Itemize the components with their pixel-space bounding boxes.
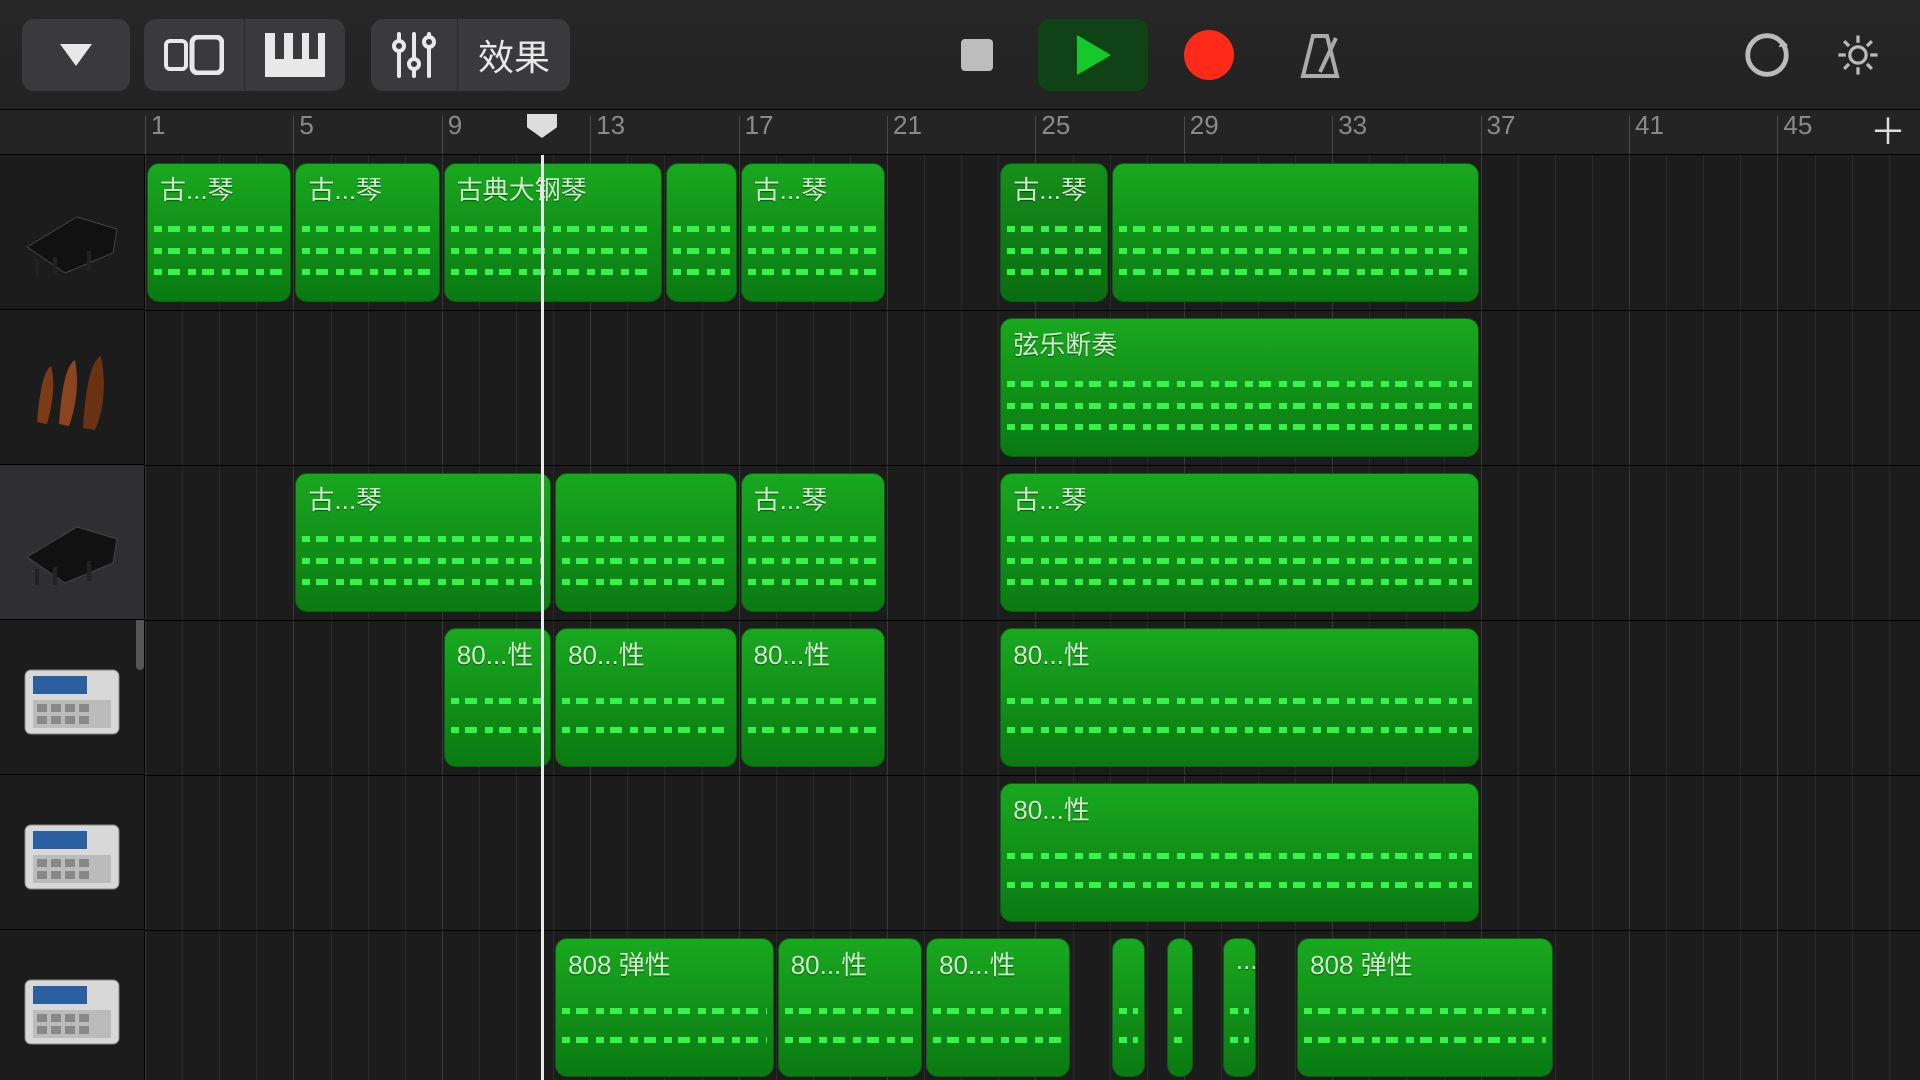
region-label: ... <box>1224 939 1255 976</box>
drum-machine-icon <box>17 807 127 897</box>
region-label: 80...性 <box>1001 629 1477 672</box>
region-label: 古典大钢琴 <box>445 164 662 207</box>
bar-marker: 21 <box>887 110 922 154</box>
region-label: 古...琴 <box>296 474 550 517</box>
bar-marker: 37 <box>1481 110 1516 154</box>
bar-marker: 5 <box>293 110 313 154</box>
track-headers <box>0 155 145 1080</box>
region-label: 80...性 <box>742 629 884 672</box>
region[interactable]: 80...性 <box>926 938 1070 1077</box>
region[interactable] <box>555 473 737 612</box>
region[interactable]: 80...性 <box>555 628 737 767</box>
region-label: 古...琴 <box>742 164 884 207</box>
region[interactable]: 弦乐断奏 <box>1000 318 1478 457</box>
region-label <box>556 474 736 480</box>
drum-machine-icon <box>17 962 127 1052</box>
region-label <box>1168 939 1192 945</box>
region[interactable]: 80...性 <box>1000 783 1478 922</box>
region[interactable]: 808 弹性 <box>555 938 774 1077</box>
bar-marker: 33 <box>1332 110 1367 154</box>
play-button[interactable] <box>1038 19 1148 91</box>
region[interactable]: 808 弹性 <box>1297 938 1553 1077</box>
region[interactable] <box>1112 163 1479 302</box>
region-label: 80...性 <box>556 629 736 672</box>
track-header-piano2[interactable] <box>0 465 144 620</box>
region-label: 808 弹性 <box>556 939 773 982</box>
metronome-button[interactable] <box>1270 19 1370 91</box>
region-label: 古...琴 <box>1001 474 1477 517</box>
region[interactable] <box>1112 938 1145 1077</box>
region[interactable]: 古...琴 <box>741 473 885 612</box>
region-label <box>667 164 735 170</box>
bar-marker: 25 <box>1035 110 1070 154</box>
region-label: 80...性 <box>445 629 550 672</box>
region-label <box>1113 164 1478 170</box>
bar-marker: 17 <box>739 110 774 154</box>
region-label: 弦乐断奏 <box>1001 319 1477 362</box>
tracks-view-button[interactable] <box>144 19 244 91</box>
bar-marker: 29 <box>1184 110 1219 154</box>
region-label: 808 弹性 <box>1298 939 1552 982</box>
region[interactable] <box>666 163 736 302</box>
region[interactable]: 古...琴 <box>147 163 291 302</box>
controls-group: 效果 <box>371 19 570 91</box>
strings-icon <box>17 342 127 432</box>
region[interactable]: 古...琴 <box>1000 473 1478 612</box>
toolbar: 效果 <box>0 0 1920 110</box>
region[interactable]: 80...性 <box>1000 628 1478 767</box>
record-button[interactable] <box>1154 19 1264 91</box>
bar-marker: 41 <box>1629 110 1664 154</box>
region-label: 80...性 <box>927 939 1069 982</box>
track-header-strings[interactable] <box>0 310 144 465</box>
stop-button[interactable] <box>922 19 1032 91</box>
region[interactable]: 80...性 <box>444 628 551 767</box>
track-header-drum2[interactable] <box>0 775 144 930</box>
songs-dropdown-button[interactable] <box>22 19 130 91</box>
region[interactable]: 古...琴 <box>295 473 551 612</box>
add-track-button[interactable]: ＋ <box>1864 116 1912 148</box>
fx-button[interactable]: 效果 <box>458 19 570 91</box>
bar-marker: 13 <box>590 110 625 154</box>
region[interactable]: 古...琴 <box>741 163 885 302</box>
region-label: 古...琴 <box>296 164 438 207</box>
region[interactable]: 古...琴 <box>1000 163 1107 302</box>
loop-browser-button[interactable] <box>1722 19 1812 91</box>
drum-machine-icon <box>17 652 127 742</box>
track-header-piano1[interactable] <box>0 155 144 310</box>
timeline[interactable]: 古...琴古...琴古典大钢琴古...琴古...琴弦乐断奏古...琴古...琴古… <box>145 155 1920 1080</box>
track-header-drum1[interactable] <box>0 620 144 775</box>
region[interactable]: 80...性 <box>778 938 922 1077</box>
keyboard-view-button[interactable] <box>245 19 345 91</box>
view-mode-group <box>144 19 345 91</box>
region-label: 80...性 <box>779 939 921 982</box>
track-header-drum3[interactable] <box>0 930 144 1080</box>
region-label: 古...琴 <box>742 474 884 517</box>
region[interactable]: 古...琴 <box>295 163 439 302</box>
piano-icon <box>17 187 127 277</box>
playhead-marker[interactable] <box>527 110 557 154</box>
bar-marker: 45 <box>1777 110 1812 154</box>
region-label: 古...琴 <box>1001 164 1106 207</box>
region[interactable] <box>1167 938 1193 1077</box>
piano-icon <box>17 497 127 587</box>
region[interactable]: 80...性 <box>741 628 885 767</box>
region-label: 80...性 <box>1001 784 1477 827</box>
region[interactable]: ... <box>1223 938 1256 1077</box>
timeline-ruler[interactable]: 1 5 9 13 17 21 25 29 33 37 41 45 ＋ <box>0 110 1920 155</box>
region-label: 古...琴 <box>148 164 290 207</box>
settings-button[interactable] <box>1818 19 1898 91</box>
fx-label: 效果 <box>478 29 550 81</box>
region-label <box>1113 939 1144 945</box>
region[interactable]: 古典大钢琴 <box>444 163 663 302</box>
bar-marker: 1 <box>145 110 165 154</box>
mixer-button[interactable] <box>371 19 457 91</box>
bar-marker: 9 <box>442 110 462 154</box>
